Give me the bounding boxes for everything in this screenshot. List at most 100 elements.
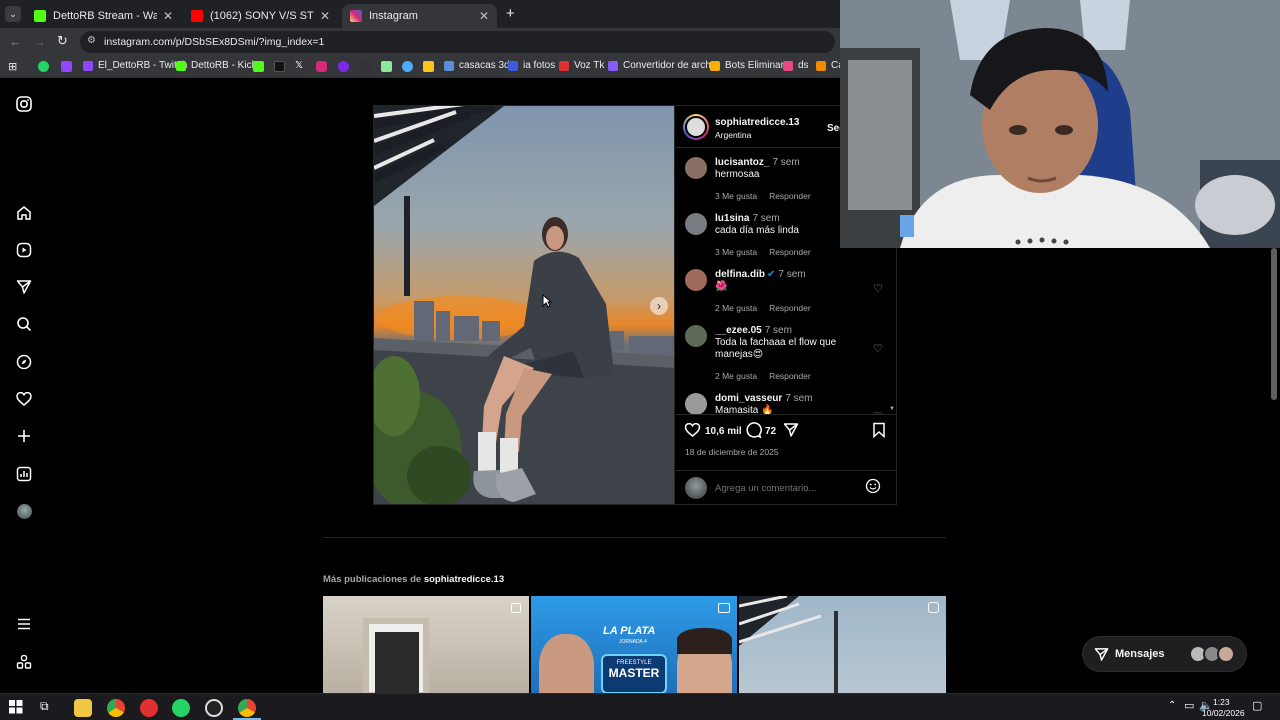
like-heart-icon[interactable] bbox=[684, 422, 701, 441]
profile-avatar[interactable] bbox=[14, 501, 34, 521]
notifications-heart-icon[interactable] bbox=[14, 389, 34, 409]
tab-youtube[interactable]: (1062) SONY V/S STIGMA - Go ✕ bbox=[183, 4, 338, 28]
dashboard-icon[interactable] bbox=[14, 464, 34, 484]
chrome-active-icon[interactable] bbox=[238, 699, 256, 717]
whatsapp-icon[interactable] bbox=[172, 699, 190, 717]
bookmark-icon[interactable] bbox=[402, 61, 413, 72]
comment-likes[interactable]: 2 Me gusta bbox=[715, 371, 757, 381]
comment-bubble-icon[interactable] bbox=[745, 422, 762, 441]
comment-likes[interactable]: 3 Me gusta bbox=[715, 191, 757, 201]
avatar[interactable] bbox=[685, 269, 707, 291]
back-icon[interactable]: ← bbox=[9, 34, 22, 49]
apps-icon[interactable]: ⊞ bbox=[8, 60, 17, 73]
reply-button[interactable]: Responder bbox=[769, 303, 811, 313]
like-comment-heart-icon[interactable]: ♡ bbox=[873, 282, 883, 295]
notifications-icon[interactable]: ▢ bbox=[1252, 699, 1262, 712]
bookmark-convertidor[interactable]: Convertidor de arch... bbox=[608, 60, 719, 71]
comment-user[interactable]: domi_vasseur 7 sem bbox=[715, 393, 813, 404]
comment-count[interactable]: 72 bbox=[765, 426, 776, 437]
avatar[interactable] bbox=[685, 213, 707, 235]
more-post-thumbnail[interactable] bbox=[323, 596, 529, 693]
bookmark-kick[interactable]: DettoRB - Kick bbox=[176, 60, 257, 71]
search-icon[interactable] bbox=[14, 314, 34, 334]
reply-button[interactable]: Responder bbox=[769, 371, 811, 381]
tab-search-button[interactable]: ⌄ bbox=[5, 6, 21, 22]
windows-start-icon[interactable] bbox=[9, 700, 23, 717]
messages-floating-button[interactable]: Mensajes bbox=[1082, 636, 1247, 672]
menu-icon[interactable] bbox=[14, 614, 34, 634]
bookmark-icon[interactable] bbox=[423, 61, 434, 72]
bookmark-bots[interactable]: Bots Eliminar bbox=[710, 60, 784, 71]
post-photo[interactable]: › bbox=[374, 106, 674, 504]
messages-icon[interactable] bbox=[14, 277, 34, 297]
comment-likes[interactable]: 3 Me gusta bbox=[715, 247, 757, 257]
tiktok-bookmark-icon[interactable] bbox=[274, 61, 285, 72]
instagram-bookmark-icon[interactable] bbox=[316, 61, 327, 72]
x-bookmark-icon[interactable]: 𝕏 bbox=[295, 60, 303, 71]
task-view-icon[interactable]: ⧉ bbox=[40, 699, 49, 714]
reels-icon[interactable] bbox=[14, 240, 34, 260]
instagram-logo-icon[interactable] bbox=[14, 94, 34, 114]
like-count[interactable]: 10,6 mil bbox=[705, 426, 742, 437]
page-scrollbar[interactable] bbox=[1271, 248, 1277, 400]
site-info-icon[interactable]: ⚙ bbox=[87, 35, 96, 46]
comment-user[interactable]: __ezee.05 7 sem bbox=[715, 325, 792, 336]
more-posts-username[interactable]: sophiatredicce.13 bbox=[424, 574, 504, 585]
comment-user[interactable]: delfina.dib ✔ 7 sem bbox=[715, 269, 806, 280]
comment-likes[interactable]: 2 Me gusta bbox=[715, 303, 757, 313]
comment-input[interactable]: Agrega un comentario... bbox=[715, 483, 816, 494]
share-icon[interactable] bbox=[783, 422, 799, 441]
reply-button[interactable]: Responder bbox=[769, 247, 811, 257]
post-location[interactable]: Argentina bbox=[715, 130, 751, 140]
explore-icon[interactable] bbox=[14, 352, 34, 372]
app-icon[interactable] bbox=[140, 699, 158, 717]
scroll-down-arrow-icon[interactable]: ▼ bbox=[889, 406, 895, 412]
close-tab-icon[interactable]: ✕ bbox=[163, 9, 173, 23]
author-username[interactable]: sophiatredicce.13 bbox=[715, 117, 799, 128]
tab-instagram[interactable]: Instagram ✕ bbox=[342, 4, 497, 28]
forward-icon[interactable]: → bbox=[33, 34, 46, 49]
address-bar[interactable]: ⚙ instagram.com/p/DSbSEx8DSmi/?img_index… bbox=[80, 31, 835, 53]
obs-icon[interactable] bbox=[205, 699, 223, 717]
bookmark-icon[interactable] bbox=[381, 61, 392, 72]
avatar[interactable] bbox=[685, 325, 707, 347]
bookmark-voz-tk[interactable]: Voz Tk bbox=[559, 60, 604, 71]
reload-icon[interactable]: ↻ bbox=[57, 33, 68, 49]
more-post-thumbnail[interactable] bbox=[739, 596, 946, 693]
post-date[interactable]: 18 de diciembre de 2025 bbox=[685, 447, 779, 457]
bookmark-ds[interactable]: ds bbox=[783, 60, 809, 71]
create-plus-icon[interactable] bbox=[14, 426, 34, 446]
twitch-bookmark-icon[interactable] bbox=[61, 61, 72, 72]
new-tab-button[interactable]: + bbox=[506, 5, 515, 22]
next-photo-button[interactable]: › bbox=[650, 297, 668, 315]
bookmark-twitch[interactable]: El_DettoRB - Twitch bbox=[83, 60, 187, 71]
tab-kick[interactable]: DettoRB Stream - Watch Live o ✕ bbox=[26, 4, 181, 28]
canva-bookmark-icon[interactable] bbox=[338, 61, 349, 72]
thumbnail-person bbox=[677, 628, 732, 654]
tray-chevron-icon[interactable]: ⌃ bbox=[1168, 700, 1176, 711]
network-icon[interactable]: ▭ bbox=[1184, 699, 1194, 712]
like-comment-heart-icon[interactable]: ♡ bbox=[873, 342, 883, 355]
file-explorer-icon[interactable] bbox=[74, 699, 92, 717]
whatsapp-bookmark-icon[interactable] bbox=[38, 61, 49, 72]
chrome-app-icon[interactable] bbox=[107, 699, 125, 717]
clock-time[interactable]: 1:23 bbox=[1213, 697, 1230, 707]
comment-user[interactable]: lu1sina 7 sem bbox=[715, 213, 780, 224]
more-post-thumbnail[interactable]: LA PLATA JORNADA 4 FREESTYLE MASTER bbox=[531, 596, 737, 693]
bookmark-ia-fotos[interactable]: ia fotos bbox=[508, 60, 555, 71]
clock-date[interactable]: 10/02/2026 bbox=[1202, 708, 1245, 718]
threads-apps-icon[interactable] bbox=[14, 652, 34, 672]
author-avatar[interactable] bbox=[683, 114, 709, 140]
home-icon[interactable] bbox=[14, 203, 34, 223]
save-bookmark-icon[interactable] bbox=[872, 422, 886, 441]
bookmark-icon[interactable] bbox=[360, 61, 371, 72]
comment-user[interactable]: lucisantoz_ 7 sem bbox=[715, 157, 800, 168]
avatar[interactable] bbox=[685, 393, 707, 414]
avatar[interactable] bbox=[685, 157, 707, 179]
close-tab-icon[interactable]: ✕ bbox=[320, 9, 330, 23]
emoji-icon[interactable] bbox=[865, 478, 881, 497]
reply-button[interactable]: Responder bbox=[769, 191, 811, 201]
kick-bookmark-icon[interactable] bbox=[253, 61, 264, 72]
close-tab-icon[interactable]: ✕ bbox=[479, 9, 489, 23]
bookmark-casacas[interactable]: casacas 3d bbox=[444, 60, 510, 71]
